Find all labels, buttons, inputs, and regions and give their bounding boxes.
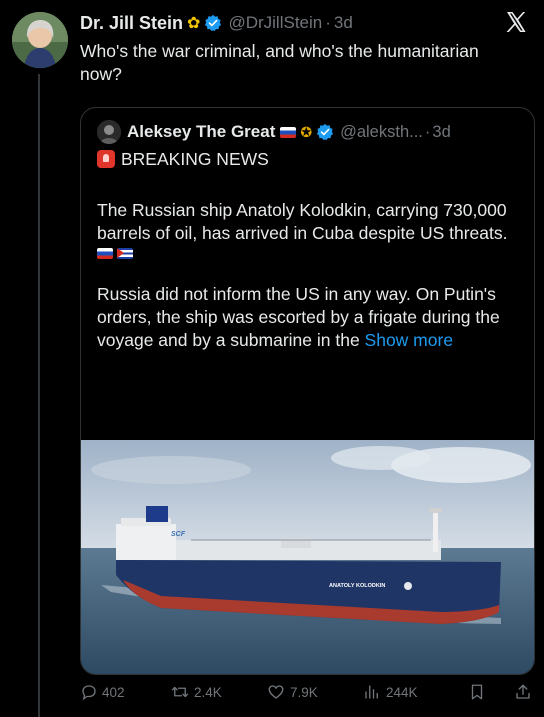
quote-tweet[interactable]: Aleksey The Great ✪ @aleksth... · 3d BRE…	[80, 107, 535, 675]
reply-button[interactable]: 402	[80, 683, 170, 701]
like-count: 7.9K	[290, 684, 318, 700]
siren-icon	[97, 150, 115, 168]
quote-author-handle[interactable]: @aleksth...	[340, 123, 423, 142]
quote-author-name[interactable]: Aleksey The Great	[127, 122, 275, 142]
thread-line	[38, 74, 40, 717]
ship-name-text: ANATOLY KOLODKIN	[329, 583, 385, 589]
tweet-text: Who's the war criminal, and who's the hu…	[80, 41, 479, 84]
repost-count: 2.4K	[194, 684, 222, 700]
bookmark-icon	[471, 684, 483, 700]
breaking-label: BREAKING NEWS	[121, 149, 269, 169]
quote-avatar-photo	[97, 120, 121, 144]
views-button[interactable]: 244K	[362, 683, 468, 701]
quote-paragraph-2: Russia did not inform the US in any way.…	[97, 283, 522, 352]
quote-header: Aleksey The Great ✪ @aleksth... · 3d	[97, 120, 524, 144]
quote-timestamp[interactable]: 3d	[432, 123, 450, 142]
verified-badge-icon	[316, 123, 334, 141]
quote-avatar[interactable]	[97, 120, 121, 144]
medal-icon: ✪	[300, 123, 313, 140]
ship-photo[interactable]: ANATOLY KOLODKIN SCF	[81, 440, 534, 674]
quote-body: BREAKING NEWS The Russian ship Anatoly K…	[97, 148, 522, 352]
verified-badge-icon	[205, 14, 222, 32]
quote-paragraph-1: The Russian ship Anatoly Kolodkin, carry…	[97, 200, 508, 243]
views-count: 244K	[386, 684, 418, 700]
author-name[interactable]: Dr. Jill Stein	[80, 13, 183, 34]
share-icon	[516, 684, 530, 699]
flags-line	[97, 248, 522, 259]
action-bar: 402 2.4K 7.9K 244K	[80, 678, 540, 706]
funnel-text: SCF	[171, 531, 186, 538]
separator-dot: ·	[325, 13, 331, 32]
show-more-link[interactable]: Show more	[365, 330, 454, 350]
x-logo-icon[interactable]	[504, 10, 528, 34]
views-icon	[365, 685, 378, 699]
breaking-line: BREAKING NEWS	[97, 148, 522, 171]
author-handle[interactable]: @DrJillStein	[228, 13, 322, 33]
sunflower-icon: ✿	[187, 15, 201, 32]
reply-icon	[82, 685, 96, 701]
russia-flag-icon	[97, 248, 113, 259]
bookmark-button[interactable]	[468, 683, 514, 701]
reply-count: 402	[102, 684, 125, 700]
heart-icon	[268, 685, 284, 699]
separator-dot: ·	[424, 122, 431, 141]
timestamp[interactable]: 3d	[334, 13, 353, 33]
repost-icon	[171, 686, 189, 698]
share-button[interactable]	[514, 683, 536, 701]
repost-button[interactable]: 2.4K	[170, 683, 266, 701]
avatar[interactable]	[12, 12, 68, 68]
tweet-header: Dr. Jill Stein ✿ @DrJillStein · 3d	[80, 10, 544, 36]
avatar-photo	[12, 12, 68, 68]
russia-flag-icon	[280, 126, 297, 138]
like-button[interactable]: 7.9K	[266, 683, 362, 701]
cuba-flag-icon	[117, 248, 133, 259]
